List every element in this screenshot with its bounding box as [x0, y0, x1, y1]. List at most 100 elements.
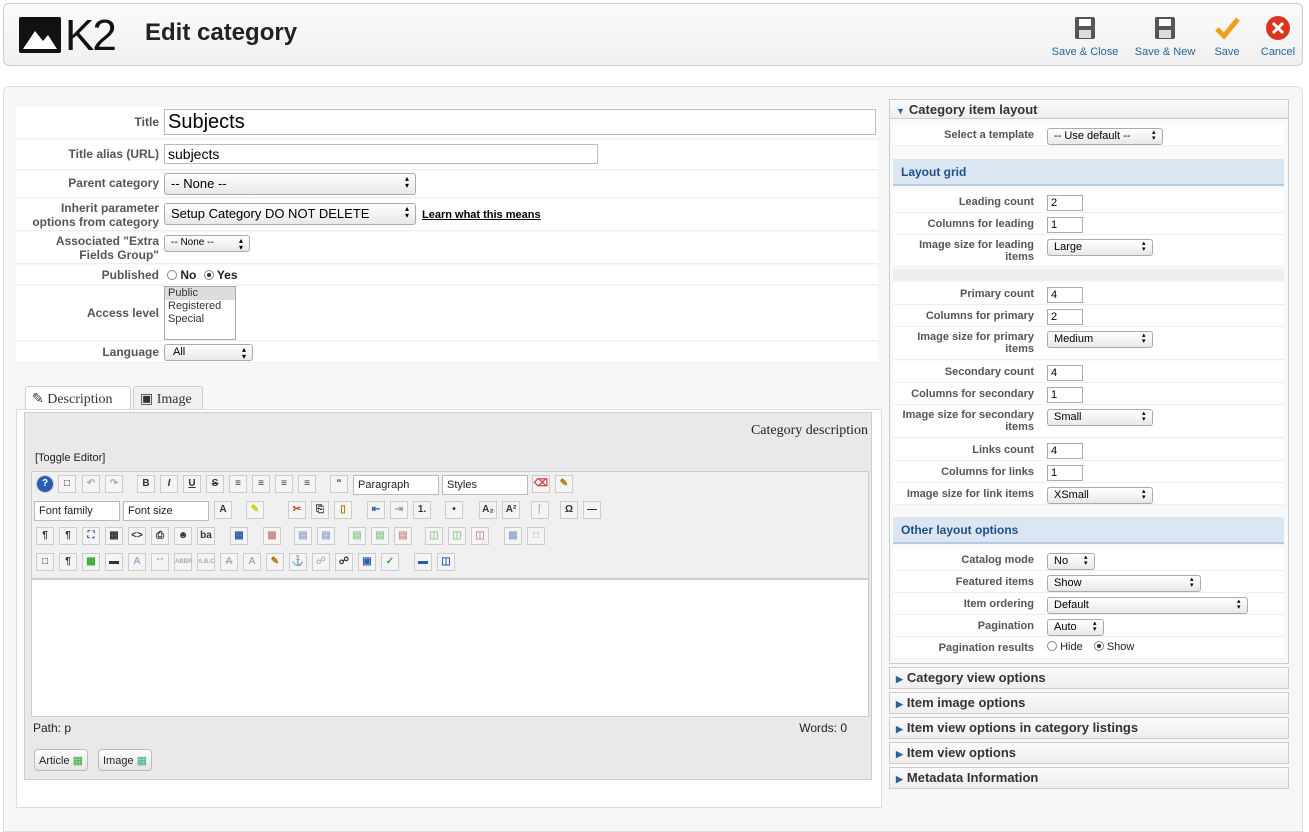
del-icon[interactable]: A	[220, 553, 238, 571]
paste-icon[interactable]: ▯	[334, 501, 352, 519]
item-view-options-header[interactable]: ▶ Item view options	[889, 742, 1289, 764]
outdent-icon[interactable]: ⇤	[367, 501, 385, 519]
article-button[interactable]: Article ▦	[34, 749, 89, 771]
save-button[interactable]: Save	[1212, 14, 1242, 58]
access-listbox[interactable]: Public Registered Special	[164, 286, 236, 340]
tab-image[interactable]: ▣ Image	[133, 386, 203, 410]
template-select[interactable]: -- Use default --	[1047, 128, 1163, 145]
align-left-icon[interactable]: ≡	[275, 475, 293, 493]
img-primary-select[interactable]: Medium	[1047, 331, 1153, 348]
redo-icon[interactable]: ↷	[105, 475, 123, 493]
metadata-information-header[interactable]: ▶ Metadata Information	[889, 767, 1289, 789]
html-source-icon[interactable]: <>	[128, 527, 146, 545]
align-center-icon[interactable]: ≡	[252, 475, 270, 493]
print-icon[interactable]: ⎙	[151, 527, 169, 545]
anchor-icon[interactable]: ⚓	[289, 553, 307, 571]
undo-icon[interactable]: ↶	[82, 475, 100, 493]
font-family-select[interactable]: Font family	[34, 501, 120, 521]
item-image-options-header[interactable]: ▶ Item image options	[889, 692, 1289, 714]
language-select[interactable]: All	[164, 344, 253, 361]
merge-cells-icon[interactable]: □	[527, 527, 545, 545]
category-view-options-header[interactable]: ▶ Category view options	[889, 667, 1289, 689]
highlight-icon[interactable]: ✎	[246, 501, 264, 519]
show-blocks-icon[interactable]: ¶	[59, 553, 77, 571]
format-select[interactable]: Paragraph	[353, 475, 439, 495]
save-close-button[interactable]: Save & Close	[1050, 14, 1120, 58]
indent-icon[interactable]: ⇥	[390, 501, 408, 519]
img-secondary-select[interactable]: Small	[1047, 409, 1153, 426]
link-icon[interactable]: ☍	[335, 553, 353, 571]
pagination-select[interactable]: Auto	[1047, 619, 1104, 636]
search-icon[interactable]: ☻	[174, 527, 192, 545]
split-cells-icon[interactable]: ▦	[504, 527, 522, 545]
columns-primary-input[interactable]	[1047, 309, 1083, 325]
font-size-select[interactable]: Font size	[123, 501, 209, 521]
cell-props-icon[interactable]: ▤	[317, 527, 335, 545]
visual-aid-icon[interactable]: □	[36, 553, 54, 571]
extra-fields-select[interactable]: -- None --	[164, 235, 250, 252]
links-count-input[interactable]	[1047, 443, 1083, 459]
delete-col-icon[interactable]: ◫	[471, 527, 489, 545]
cite-icon[interactable]: “”	[151, 553, 169, 571]
new-document-icon[interactable]: □	[58, 475, 76, 493]
delete-row-icon[interactable]: ▤	[394, 527, 412, 545]
cut-icon[interactable]: ✂	[288, 501, 306, 519]
row-after-icon[interactable]: ▤	[371, 527, 389, 545]
cleanup-icon[interactable]: ✎	[555, 475, 573, 493]
spellcheck-icon[interactable]: ✓	[381, 553, 399, 571]
primary-count-input[interactable]	[1047, 287, 1083, 303]
pagination-hide-radio[interactable]	[1047, 641, 1057, 651]
catalog-select[interactable]: No	[1047, 553, 1095, 570]
img-leading-select[interactable]: Large	[1047, 239, 1153, 256]
text-color-icon[interactable]: A	[214, 501, 232, 519]
featured-select[interactable]: Show	[1047, 575, 1201, 592]
columns-secondary-input[interactable]	[1047, 387, 1083, 403]
ordering-select[interactable]: Default	[1047, 597, 1248, 614]
attribs-icon[interactable]: ✎	[266, 553, 284, 571]
layer-icon[interactable]: ◫	[437, 553, 455, 571]
delete-table-icon[interactable]: ▦	[263, 527, 281, 545]
tab-description[interactable]: ✎ Description	[25, 386, 131, 411]
toggle-editor-link[interactable]: [Toggle Editor]	[35, 452, 105, 464]
unlink-icon[interactable]: ☍	[312, 553, 330, 571]
leading-count-input[interactable]	[1047, 195, 1083, 211]
columns-links-input[interactable]	[1047, 465, 1083, 481]
pagebreak-icon[interactable]: ▬	[105, 553, 123, 571]
template-icon[interactable]: ▦	[82, 553, 100, 571]
abbr-icon[interactable]: ABBR	[174, 553, 192, 571]
align-justify-icon[interactable]: ≡	[229, 475, 247, 493]
item-view-options-listings-header[interactable]: ▶ Item view options in category listings	[889, 717, 1289, 739]
pagination-show-radio[interactable]	[1093, 641, 1104, 651]
secondary-count-input[interactable]	[1047, 365, 1083, 381]
editor-body[interactable]	[31, 579, 869, 717]
replace-icon[interactable]: ba	[197, 527, 215, 545]
anchor-style-icon[interactable]: ⌈	[531, 501, 549, 519]
special-char-icon[interactable]: Ω	[560, 501, 578, 519]
ltr-icon[interactable]: ¶	[36, 527, 54, 545]
blockquote-icon[interactable]: “	[330, 475, 348, 493]
image-insert-icon[interactable]: ▣	[358, 553, 376, 571]
published-yes-radio[interactable]	[203, 270, 214, 280]
title-input[interactable]	[164, 109, 876, 135]
category-item-layout-header[interactable]: ▼ Category item layout	[889, 99, 1289, 119]
parent-select[interactable]: -- None --	[164, 173, 416, 195]
horizontal-rule-icon[interactable]: —	[583, 501, 601, 519]
bullet-list-icon[interactable]: •	[445, 501, 463, 519]
insert-table-icon[interactable]: ▦	[230, 527, 248, 545]
underline-icon[interactable]: U	[183, 475, 201, 493]
eraser-icon[interactable]: ⌫	[532, 475, 550, 493]
columns-leading-input[interactable]	[1047, 217, 1083, 233]
bold-icon[interactable]: B	[137, 475, 155, 493]
media-icon[interactable]: ▬	[414, 553, 432, 571]
fullscreen-icon[interactable]: ⛶	[82, 527, 100, 545]
inherit-select[interactable]: Setup Category DO NOT DELETE	[164, 203, 416, 225]
alias-input[interactable]	[164, 144, 598, 164]
learn-more-link[interactable]: Learn what this means	[422, 209, 541, 221]
save-new-button[interactable]: Save & New	[1132, 14, 1198, 58]
help-icon[interactable]: ?	[36, 475, 54, 493]
ins-icon[interactable]: A	[243, 553, 261, 571]
img-links-select[interactable]: XSmall	[1047, 487, 1153, 504]
italic-icon[interactable]: I	[160, 475, 178, 493]
strikethrough-icon[interactable]: S	[206, 475, 224, 493]
row-before-icon[interactable]: ▤	[348, 527, 366, 545]
